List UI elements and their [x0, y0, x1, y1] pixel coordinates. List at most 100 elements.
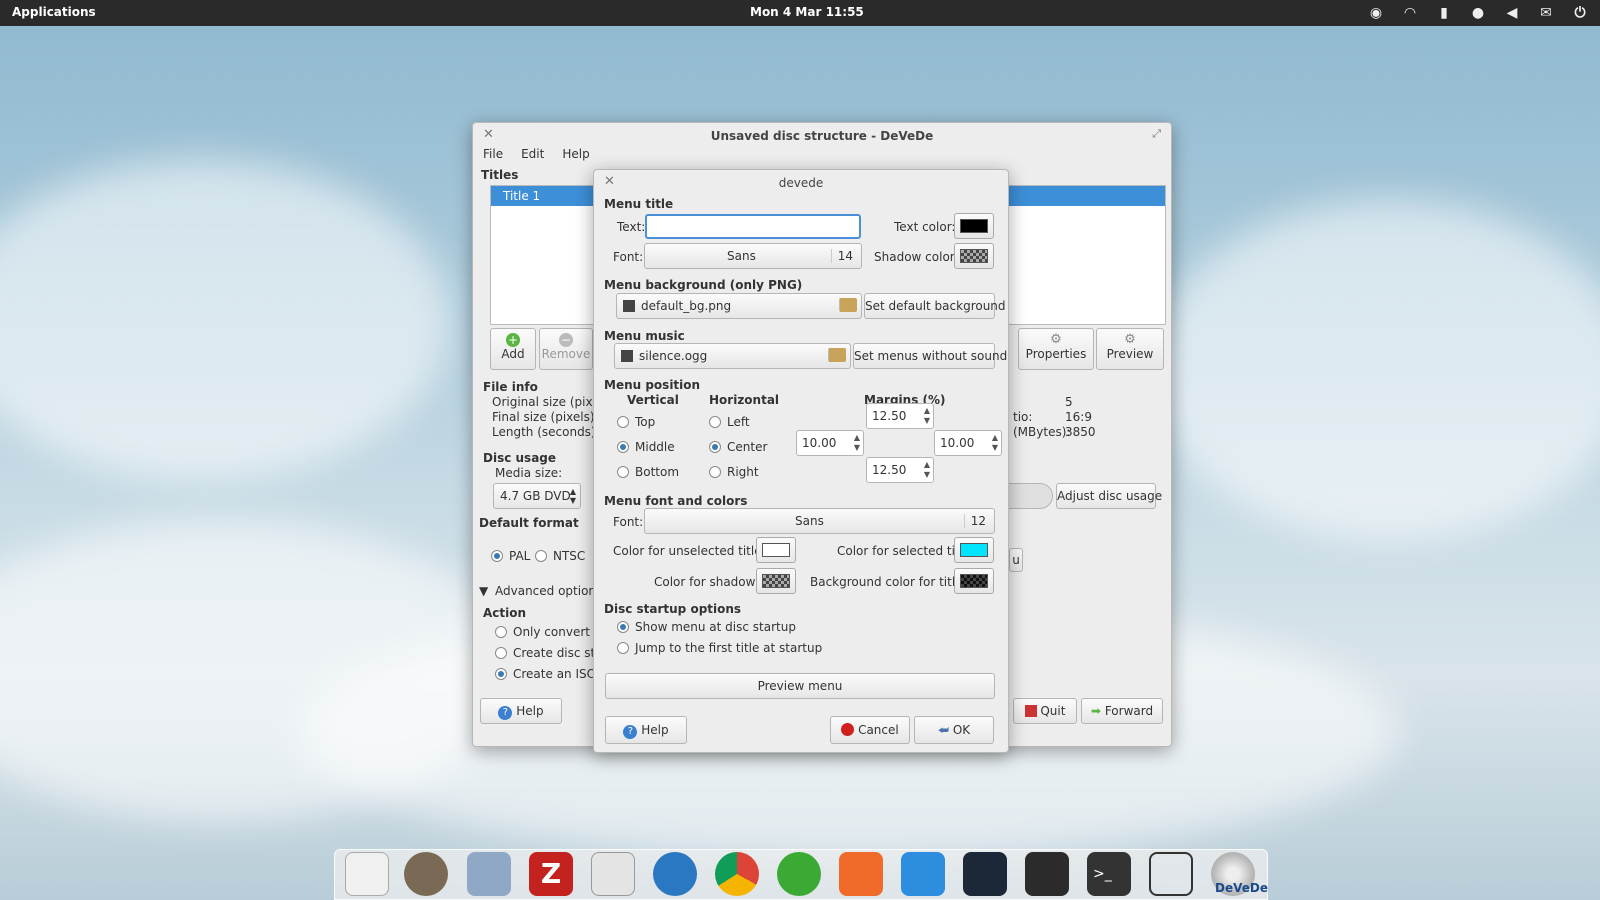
spotify-icon[interactable] — [777, 852, 821, 896]
terminal-icon[interactable]: >_ — [1087, 852, 1131, 896]
clock[interactable]: Mon 4 Mar 11:55 — [750, 5, 864, 19]
ntsc-radio[interactable] — [535, 550, 547, 562]
bg-titles-color-label: Background color for titles: — [810, 575, 973, 589]
audio-file-icon — [621, 350, 633, 362]
vertical-middle-radio[interactable] — [617, 441, 629, 453]
folder-icon — [839, 298, 857, 312]
ok-icon: ⮨ — [937, 723, 950, 737]
only-convert-radio[interactable] — [495, 626, 507, 638]
forward-button[interactable]: ➡ Forward — [1081, 698, 1163, 724]
devede-dock-label: DeVeDe — [1215, 881, 1268, 895]
preview-button[interactable]: ⚙ Preview — [1096, 328, 1164, 370]
forward-label: Forward — [1104, 704, 1154, 718]
browser-icon[interactable] — [653, 852, 697, 896]
menu-edit[interactable]: Edit — [521, 147, 544, 161]
remove-button[interactable]: − Remove — [539, 328, 593, 370]
forward-icon: ➡ — [1090, 704, 1101, 718]
ratio-value: 16:9 — [1065, 410, 1092, 424]
music-file-chooser[interactable]: silence.ogg — [614, 343, 851, 369]
spin-arrows-icon[interactable]: ▲ ▼ — [854, 433, 860, 453]
remove-label: Remove — [541, 347, 591, 361]
horizontal-left-radio[interactable] — [709, 416, 721, 428]
pal-radio[interactable] — [491, 550, 503, 562]
shadows-color-button[interactable] — [756, 568, 796, 594]
user-icon[interactable]: ● — [1468, 3, 1488, 23]
menu-font-name: Sans — [795, 514, 824, 528]
horizontal-center-radio[interactable] — [709, 441, 721, 453]
volume-icon[interactable]: ◀ — [1502, 3, 1522, 23]
title-font-button[interactable]: Sans 14 — [644, 243, 862, 269]
filezilla-icon[interactable]: Z — [529, 852, 573, 896]
menu-title-text-input[interactable] — [645, 214, 861, 239]
help-button[interactable]: ? Help — [480, 698, 562, 724]
menu-file[interactable]: File — [483, 147, 503, 161]
unselected-color-button[interactable] — [756, 537, 796, 563]
background-file-chooser[interactable]: default_bg.png — [616, 293, 862, 319]
wifi-icon[interactable]: ◠ — [1400, 3, 1420, 23]
create-iso-radio[interactable] — [495, 668, 507, 680]
add-button[interactable]: + Add — [490, 328, 536, 370]
margin-left-spinner[interactable]: 10.00 ▲ ▼ — [796, 430, 864, 456]
margin-bottom-spinner[interactable]: 12.50 ▲ ▼ — [866, 457, 934, 483]
margin-right-value: 10.00 — [940, 436, 975, 450]
expander-icon[interactable]: ▼ — [479, 584, 488, 598]
menu-font-button[interactable]: Sans 12 — [644, 508, 995, 534]
shadow-color-label: Shadow color: — [874, 250, 959, 264]
image-file-icon — [623, 300, 635, 312]
final-size-label: Final size (pixels): — [492, 410, 599, 424]
battery-icon[interactable]: ▮ — [1434, 3, 1454, 23]
shadow-color-button[interactable] — [954, 243, 994, 269]
quit-button[interactable]: Quit — [1013, 698, 1077, 724]
text-editor-icon[interactable] — [345, 852, 389, 896]
preview-menu-button[interactable]: Preview menu — [605, 673, 995, 699]
show-menu-radio[interactable] — [617, 621, 629, 633]
jump-first-radio[interactable] — [617, 642, 629, 654]
vertical-bottom-radio[interactable] — [617, 466, 629, 478]
system-monitor-icon[interactable] — [1025, 852, 1069, 896]
steam-icon[interactable] — [963, 852, 1007, 896]
margin-right-spinner[interactable]: 10.00 ▲ ▼ — [934, 430, 1002, 456]
dialog-help-button[interactable]: ? Help — [605, 716, 687, 744]
text-color-button[interactable] — [954, 213, 994, 239]
advanced-options-expander[interactable]: Advanced options — [495, 584, 602, 598]
gimp-icon[interactable] — [404, 852, 448, 896]
margin-top-spinner[interactable]: 12.50 ▲ ▼ — [866, 403, 934, 429]
properties-button[interactable]: ⚙ Properties — [1018, 328, 1094, 370]
menu-help[interactable]: Help — [562, 147, 589, 161]
partial-button[interactable]: u — [1009, 548, 1023, 572]
menu-font-size: 12 — [963, 514, 986, 528]
create-disc-radio[interactable] — [495, 647, 507, 659]
ok-label: OK — [952, 723, 971, 737]
spin-arrows-icon[interactable]: ▲ ▼ — [924, 460, 930, 480]
files-icon[interactable] — [467, 852, 511, 896]
spin-arrows-icon[interactable]: ▲ ▼ — [992, 433, 998, 453]
set-menus-without-sound-button[interactable]: Set menus without sound — [853, 343, 1007, 369]
ok-button[interactable]: ⮨ OK — [914, 716, 994, 744]
vertical-top-radio[interactable] — [617, 416, 629, 428]
update-icon[interactable] — [839, 852, 883, 896]
action-label: Action — [483, 606, 527, 620]
menu-background-label: Menu background (only PNG) — [604, 278, 803, 292]
disc-usage-label: Disc usage — [483, 451, 557, 465]
maximize-icon[interactable]: ⤢ — [1152, 127, 1161, 141]
download-icon[interactable] — [901, 852, 945, 896]
media-size-select[interactable]: 4.7 GB DVD ▲ ▼ — [493, 483, 581, 509]
title-font-name: Sans — [727, 249, 756, 263]
set-default-background-button[interactable]: Set default background — [864, 293, 1006, 319]
chrome-icon[interactable] — [715, 852, 759, 896]
default-format-label: Default format — [479, 516, 579, 530]
selected-color-button[interactable] — [954, 537, 994, 563]
cancel-button[interactable]: Cancel — [830, 716, 910, 744]
lotus-icon[interactable] — [1149, 852, 1193, 896]
center-label: Center — [727, 440, 768, 454]
applications-menu[interactable]: Applications — [12, 5, 96, 19]
spin-arrows-icon[interactable]: ▲ ▼ — [924, 406, 930, 426]
horizontal-right-radio[interactable] — [709, 466, 721, 478]
mail-icon[interactable]: ✉ — [1536, 3, 1556, 23]
spotify-icon[interactable]: ◉ — [1366, 3, 1386, 23]
adjust-disc-usage-button[interactable]: Adjust disc usage — [1056, 483, 1162, 509]
bg-titles-color-button[interactable] — [954, 568, 994, 594]
multitasking-icon[interactable] — [591, 852, 635, 896]
power-icon[interactable]: ⏻ — [1570, 3, 1590, 23]
length-label: Length (seconds): — [492, 425, 600, 439]
